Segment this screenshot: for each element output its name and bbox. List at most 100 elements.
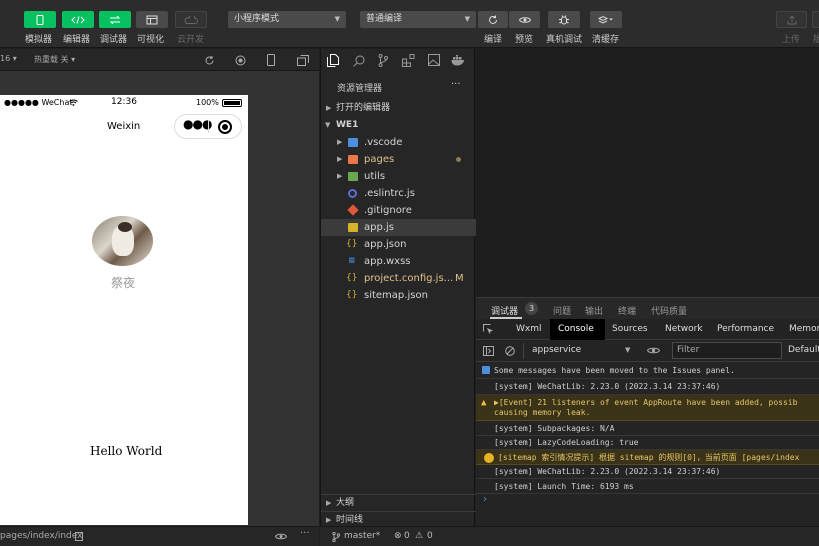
git-branch-icon [332, 532, 340, 542]
tab-memory[interactable]: Memor [789, 324, 819, 334]
console-message-text: ▶[Event] 21 listeners of event AppRoute … [494, 398, 798, 407]
eye-icon[interactable] [275, 532, 287, 541]
version-button[interactable] [812, 11, 819, 28]
console-message-text: [system] WeChatLib: 2.23.0 (2022.3.14 23… [494, 382, 721, 391]
layers-icon [598, 15, 613, 24]
hot-reload-select[interactable]: 热重载 关 ▾ [34, 54, 75, 65]
console-message-text: [system] WeChatLib: 2.23.0 (2022.3.14 23… [494, 467, 721, 476]
editor-area[interactable] [476, 49, 819, 297]
warning-icon[interactable]: ⚠ [415, 531, 423, 541]
tab-sources[interactable]: Sources [612, 324, 648, 334]
live-expression-eye-icon[interactable] [647, 346, 660, 355]
avatar[interactable] [92, 216, 153, 266]
outline-section[interactable]: ▶ 大纲 [321, 494, 476, 511]
simulator-header: 16 ▾ 热重载 关 ▾ [0, 49, 319, 71]
debugger-toggle-button[interactable] [99, 11, 131, 28]
file-item-app-wxss[interactable]: ≡ app.wxss [321, 253, 476, 270]
preview-button[interactable] [509, 11, 540, 28]
phone-icon[interactable] [267, 54, 275, 66]
git-branch-name[interactable]: master* [344, 531, 380, 541]
real-device-debug-button[interactable] [548, 11, 580, 28]
more-icon[interactable]: ··· [300, 528, 310, 539]
tab-console[interactable]: Console [558, 324, 594, 334]
files-icon[interactable] [327, 54, 339, 67]
search-icon[interactable] [353, 55, 365, 67]
visual-toggle-button[interactable] [136, 11, 168, 28]
file-item-sitemap[interactable]: {} sitemap.json [321, 287, 476, 304]
tab-wxml[interactable]: Wxml [516, 324, 542, 334]
file-item-pages[interactable]: ▶ pages [321, 151, 476, 168]
inspect-element-icon[interactable] [483, 324, 494, 335]
console-output[interactable]: Some messages have been moved to the Iss… [476, 362, 819, 526]
upload-button[interactable] [776, 11, 807, 28]
error-count: 0 [404, 531, 410, 541]
console-message-text: causing memory leak. [494, 408, 591, 417]
log-levels-select[interactable]: Default [788, 345, 819, 355]
git-branch-icon[interactable] [378, 54, 388, 67]
explorer-title: 资源管理器 [337, 84, 383, 94]
console-prompt[interactable]: › [482, 494, 488, 505]
copy-icon[interactable] [75, 532, 83, 541]
clear-cache-button[interactable] [590, 11, 622, 28]
explorer-more-button[interactable]: ··· [451, 79, 461, 90]
status-battery: 100% [196, 98, 219, 107]
console-message: Some messages have been moved to the Iss… [476, 362, 819, 379]
tab-performance[interactable]: Performance [717, 324, 774, 334]
docker-icon[interactable] [451, 55, 466, 66]
debugger-count-badge: 3 [525, 302, 538, 315]
file-item-vscode[interactable]: ▶ .vscode [321, 134, 476, 151]
tab-network[interactable]: Network [665, 324, 703, 334]
compile-mode-select[interactable]: 普通编译 ▼ [360, 11, 476, 28]
error-icon[interactable]: ⊗ [394, 531, 402, 541]
toolbar-divider [523, 343, 524, 359]
page-path: pages/index/index [0, 531, 83, 541]
filter-placeholder: Filter [677, 345, 700, 355]
simulator-footer: pages/index/index ··· [0, 526, 319, 546]
tab-debugger[interactable]: 调试器 [491, 304, 518, 317]
file-item-project-config[interactable]: {} project.config.js... M [321, 270, 476, 287]
folder-icon [348, 138, 358, 147]
console-filter-input[interactable]: Filter [672, 342, 782, 359]
hot-reload-value: 热重载 关 [34, 55, 69, 64]
file-item-utils[interactable]: ▶ utils [321, 168, 476, 185]
console-warning[interactable]: [sitemap 索引情况提示] 根据 sitemap 的规则[0]，当前页面 … [476, 450, 819, 465]
code-icon [71, 15, 85, 24]
tab-output[interactable]: 输出 [585, 304, 603, 317]
file-item-app-js[interactable]: app.js [321, 219, 476, 236]
console-warning[interactable]: ▲ ▶[Event] 21 listeners of event AppRout… [476, 395, 819, 421]
file-item-app-json[interactable]: {} app.json [321, 236, 476, 253]
stop-icon[interactable] [235, 55, 246, 66]
tab-code-quality[interactable]: 代码质量 [651, 304, 687, 317]
cloud-dev-button[interactable] [175, 11, 207, 28]
detach-window-icon[interactable] [297, 55, 309, 66]
modified-badge: M [455, 273, 464, 284]
file-name: pages [364, 154, 395, 165]
image-icon[interactable] [428, 54, 440, 66]
editor-toggle-button[interactable] [62, 11, 94, 28]
file-name: utils [364, 171, 386, 182]
simulator-toggle-button[interactable] [24, 11, 56, 28]
phone-screen[interactable]: ●●●●● WeChat 12:36 100% Weixin ●●● 祭夜 He… [0, 95, 248, 525]
info-message-icon [482, 366, 490, 374]
tab-problems[interactable]: 问题 [553, 304, 571, 317]
clear-console-icon[interactable] [505, 346, 515, 356]
context-select[interactable]: appservice ▼ [528, 343, 636, 359]
mode-select[interactable]: 小程序模式 ▼ [228, 11, 346, 28]
sidebar-toggle-icon[interactable] [483, 346, 494, 356]
status-bar: master* ⊗ 0 ⚠ 0 [320, 526, 819, 546]
file-item-eslintrc[interactable]: .eslintrc.js [321, 185, 476, 202]
file-item-gitignore[interactable]: .gitignore [321, 202, 476, 219]
file-name: .vscode [364, 137, 403, 148]
tab-terminal[interactable]: 终端 [618, 304, 636, 317]
workspace-root[interactable]: ▼ WE1 [321, 117, 476, 134]
device-select[interactable]: 16 ▾ [0, 54, 17, 63]
extensions-icon[interactable] [402, 54, 415, 67]
reload-icon[interactable] [204, 55, 215, 66]
open-editors-section[interactable]: ▶ 打开的编辑器 [321, 100, 476, 117]
compile-label: 编译 [484, 35, 503, 45]
chevron-right-icon: ▶ [326, 104, 332, 112]
close-miniprogram-icon[interactable] [218, 120, 232, 134]
file-name: app.js [364, 222, 394, 233]
compile-button[interactable] [478, 11, 508, 28]
clear-cache-label: 清缓存 [592, 35, 620, 45]
